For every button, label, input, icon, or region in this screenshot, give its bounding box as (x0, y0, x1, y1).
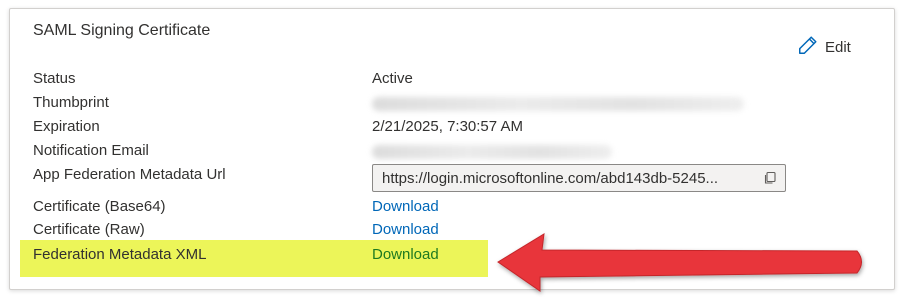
arrow-annotation (497, 233, 862, 292)
